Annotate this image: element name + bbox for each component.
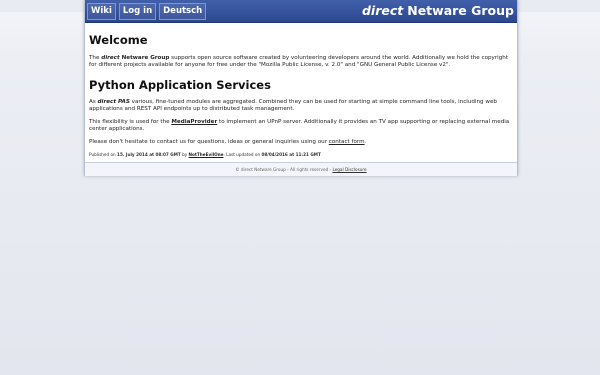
- mp-text-pre: This flexibility is used for the: [89, 119, 172, 125]
- published-label: Published on: [89, 152, 118, 157]
- contact-paragraph: Please don't hesitate to contact us for …: [89, 139, 513, 146]
- welcome-paragraph: The direct Netware Group supports open s…: [89, 55, 513, 69]
- published-by: by: [180, 152, 189, 157]
- page-frame: Wiki Log in Deutsch direct Netware Group …: [84, 0, 518, 176]
- updated-label: . Last updated on: [223, 152, 262, 157]
- publish-info: Published on 15. July 2014 at 08:07 GMT …: [89, 152, 513, 158]
- site-header: Wiki Log in Deutsch direct Netware Group: [85, 0, 517, 23]
- nav-login[interactable]: Log in: [118, 2, 157, 20]
- contact-form-link[interactable]: contact form: [329, 139, 365, 145]
- welcome-direct: direct: [101, 55, 120, 61]
- pas-text-rest: various, fine-tuned modules are aggregat…: [89, 99, 497, 112]
- mediaprovider-paragraph: This flexibility is used for the MediaPr…: [89, 119, 513, 133]
- main-nav: Wiki Log in Deutsch: [85, 0, 209, 22]
- updated-date: 08/04/2016 at 11:21 GMT: [261, 152, 321, 157]
- brand-direct: direct: [361, 3, 404, 18]
- site-brand[interactable]: direct Netware Group: [362, 0, 517, 22]
- legal-disclosure-link[interactable]: Legal Disclosure: [332, 167, 366, 172]
- welcome-text-pre: The: [89, 55, 102, 61]
- pas-direct-pas: direct PAS: [97, 99, 130, 105]
- footer-copyright: © direct Netware Group - All rights rese…: [235, 167, 333, 172]
- site-footer: © direct Netware Group - All rights rese…: [85, 162, 517, 176]
- welcome-netware: Netware Group: [119, 55, 170, 61]
- pas-paragraph: As direct PAS various, fine-tuned module…: [89, 99, 513, 113]
- mediaprovider-link[interactable]: MediaProvider: [171, 119, 217, 125]
- pas-text-pre: As: [89, 99, 98, 105]
- author-link[interactable]: NotTheEvilOne: [189, 152, 224, 157]
- pas-heading: Python Application Services: [89, 78, 271, 92]
- brand-name: Netware Group: [407, 3, 514, 18]
- main-content: Welcome The direct Netware Group support…: [85, 23, 517, 158]
- contact-text-post: .: [364, 139, 367, 145]
- nav-wiki[interactable]: Wiki: [87, 2, 116, 20]
- nav-deutsch[interactable]: Deutsch: [159, 2, 207, 20]
- published-date: 15. July 2014 at 08:07 GMT: [117, 152, 181, 157]
- contact-text-pre: Please don't hesitate to contact us for …: [89, 139, 329, 145]
- welcome-heading: Welcome: [89, 33, 148, 47]
